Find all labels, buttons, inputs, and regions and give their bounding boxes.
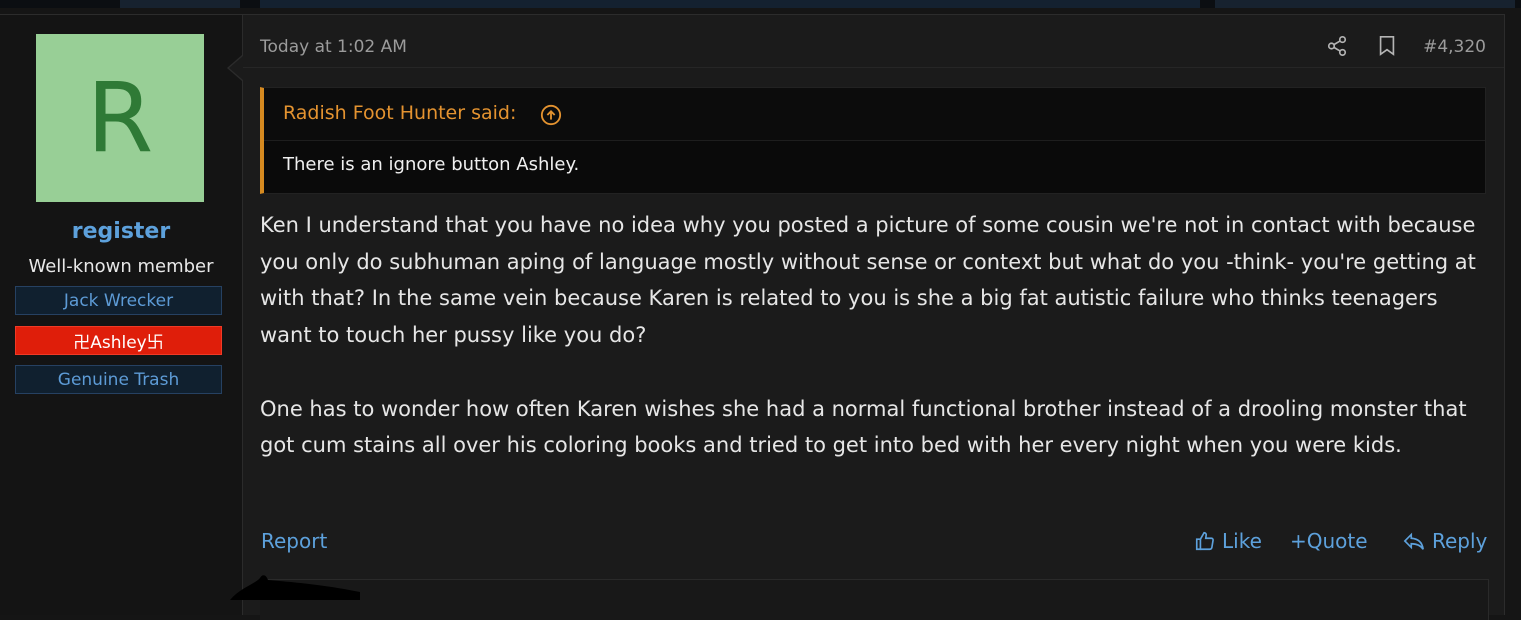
- post-body: Ken I understand that you have no idea w…: [260, 207, 1492, 464]
- reply-arrow-icon: [1403, 532, 1424, 550]
- reply-button[interactable]: Reply: [1402, 529, 1487, 553]
- redaction-mark: [230, 575, 360, 600]
- thumbs-up-icon: [1195, 531, 1214, 551]
- top-nav-segment: [120, 0, 240, 8]
- quote-block: Radish Foot Hunter said: There is an ign…: [260, 87, 1486, 194]
- quote-text: There is an ignore button Ashley.: [283, 154, 580, 175]
- forum-post: R register Well-known member Jack Wrecke…: [0, 14, 1505, 620]
- user-banner-ashley: 卍Ashley卐: [15, 326, 222, 355]
- arrow-up-circle-icon[interactable]: [540, 104, 562, 126]
- post-attribution: Today at 1:02 AM #4,320: [243, 15, 1504, 68]
- bookmark-icon[interactable]: [1377, 35, 1397, 57]
- user-banner-genuine-trash: Genuine Trash: [15, 365, 222, 394]
- username-link[interactable]: register: [0, 219, 242, 244]
- post-timestamp[interactable]: Today at 1:02 AM: [260, 37, 407, 57]
- user-banner-jack-wrecker: Jack Wrecker: [15, 286, 222, 315]
- top-nav-strip: [0, 0, 1521, 8]
- top-nav-segment: [260, 0, 1200, 8]
- quote-button[interactable]: +Quote: [1290, 529, 1368, 553]
- message-arrow-inner: [229, 56, 243, 80]
- post-paragraph: Ken I understand that you have no idea w…: [260, 213, 1476, 348]
- user-title: Well-known member: [28, 256, 214, 277]
- quote-author-link[interactable]: Radish Foot Hunter said:: [283, 102, 516, 124]
- share-icon[interactable]: [1326, 35, 1348, 57]
- like-button[interactable]: Like: [1194, 529, 1262, 553]
- reply-label: Reply: [1432, 529, 1488, 553]
- report-button[interactable]: Report: [261, 529, 327, 553]
- quote-header: Radish Foot Hunter said:: [264, 88, 1485, 141]
- post-actions: Report Like +Quote Reply: [243, 525, 1504, 561]
- post-paragraph: One has to wonder how often Karen wishes…: [260, 396, 1467, 458]
- post-user-cell: R register Well-known member Jack Wrecke…: [0, 15, 243, 615]
- like-label: Like: [1222, 529, 1262, 553]
- quote-label: +Quote: [1290, 529, 1368, 553]
- avatar[interactable]: R: [36, 34, 204, 202]
- post-number-link[interactable]: #4,320: [1423, 37, 1486, 57]
- post-main-cell: Today at 1:02 AM #4,320 Radish Foot Hunt…: [243, 15, 1504, 615]
- top-nav-segment: [1215, 0, 1515, 8]
